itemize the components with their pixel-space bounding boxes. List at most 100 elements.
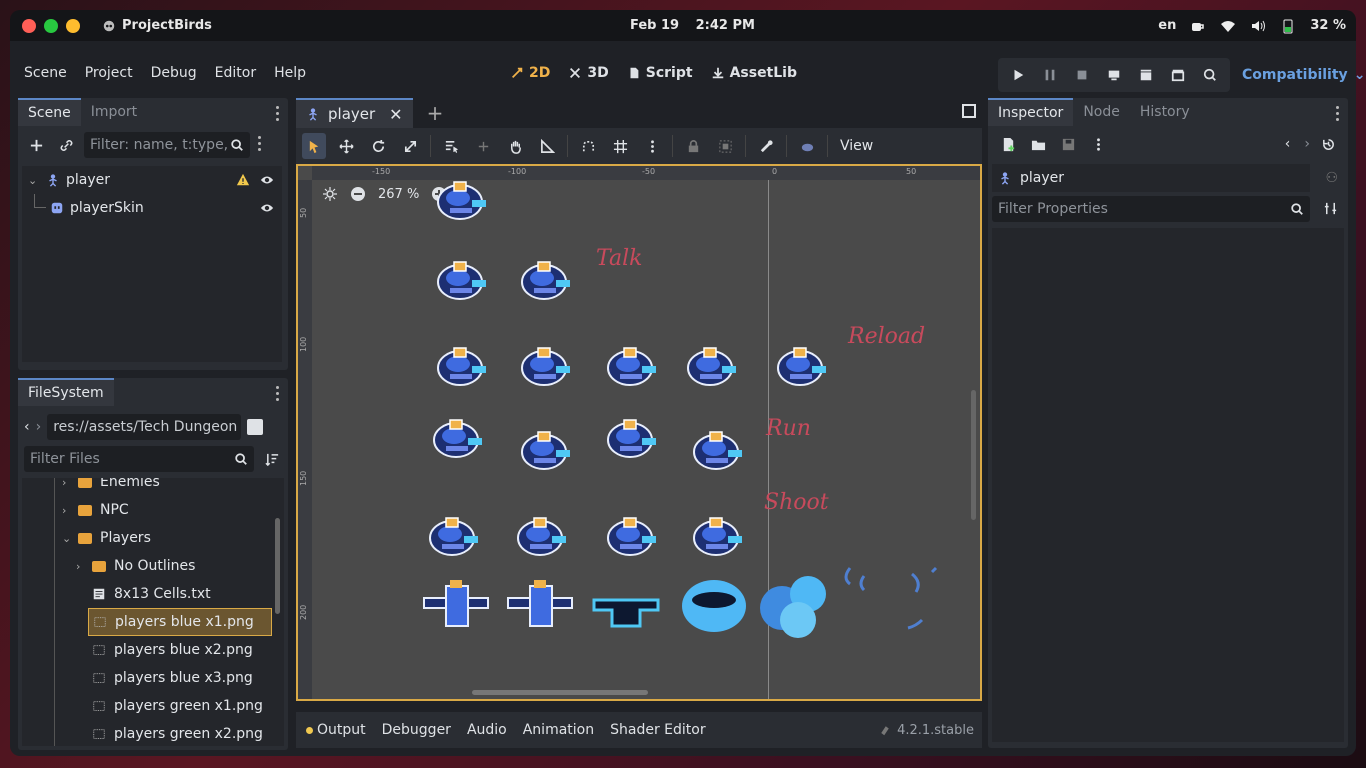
tab-output[interactable]: Output [306, 722, 366, 738]
chevron-right-icon[interactable]: › [76, 560, 92, 573]
load-resource-button[interactable] [1026, 132, 1050, 156]
vertical-scrollbar[interactable] [971, 390, 976, 520]
rotate-mode-button[interactable] [366, 133, 390, 159]
collapse-arrow-icon[interactable]: ⌄ [28, 174, 42, 187]
select-mode-button[interactable] [302, 133, 326, 159]
inspected-node[interactable]: player [992, 164, 1310, 192]
tab-node[interactable]: Node [1073, 98, 1130, 126]
pause-button[interactable] [1036, 64, 1064, 86]
move-mode-button[interactable] [334, 133, 358, 159]
visibility-eye-icon[interactable] [260, 173, 274, 187]
battery-icon[interactable] [1280, 18, 1296, 34]
mode-assetlib-button[interactable]: AssetLib [711, 65, 797, 81]
skeleton-button[interactable] [754, 133, 778, 159]
mode-script-button[interactable]: Script [627, 65, 693, 81]
instance-scene-button[interactable] [54, 133, 78, 157]
tree-node-playerskin[interactable]: playerSkin [22, 194, 282, 222]
chevron-down-icon[interactable]: ⌄ [62, 532, 78, 545]
menu-editor[interactable]: Editor [215, 65, 256, 81]
chevron-right-icon[interactable]: › [62, 478, 78, 489]
menu-scene[interactable]: Scene [24, 65, 67, 81]
tab-shader-editor[interactable]: Shader Editor [610, 722, 705, 738]
file-players-blue-x3[interactable]: players blue x3.png [22, 664, 284, 692]
node-doc-icon[interactable]: ⚇ [1325, 170, 1338, 186]
list-select-button[interactable] [439, 133, 463, 159]
filesystem-scrollbar[interactable] [275, 518, 280, 614]
play-scene-button[interactable] [1132, 64, 1160, 86]
file-players-blue-x1[interactable]: players blue x1.png [88, 608, 272, 636]
file-cells-txt[interactable]: 8x13 Cells.txt [22, 580, 284, 608]
filter-files-input[interactable]: Filter Files [24, 446, 254, 472]
movie-maker-button[interactable] [1196, 64, 1224, 86]
new-resource-button[interactable] [996, 132, 1020, 156]
sprite-tools-button[interactable] [795, 133, 819, 159]
language-indicator[interactable]: en [1158, 18, 1176, 33]
toggle-split-icon[interactable] [247, 419, 264, 435]
tree-node-player[interactable]: ⌄ player [22, 166, 282, 194]
maximize-window-button[interactable] [44, 18, 58, 33]
file-players-green-x2[interactable]: players green x2.png [22, 720, 284, 746]
filesystem-menu-icon[interactable] [276, 386, 280, 404]
version-label[interactable]: 4.2.1.stable [879, 723, 974, 738]
folder-enemies[interactable]: › Enemies [22, 478, 284, 496]
canvas-area[interactable]: 267 % Talk Reload Run Shoot [312, 180, 980, 699]
save-resource-button[interactable] [1056, 132, 1080, 156]
pan-mode-button[interactable] [503, 133, 527, 159]
minimize-window-button[interactable] [66, 18, 80, 33]
remote-debug-button[interactable] [1100, 64, 1128, 86]
tab-inspector[interactable]: Inspector [988, 98, 1074, 126]
tab-debugger[interactable]: Debugger [382, 722, 451, 738]
folder-players[interactable]: ⌄ Players [22, 524, 284, 552]
scene-filter-input[interactable]: Filter: name, t:type, g:group [84, 132, 250, 158]
grid-snap-button[interactable] [608, 133, 632, 159]
chevron-right-icon[interactable]: › [62, 504, 78, 517]
folder-npc[interactable]: › NPC [22, 496, 284, 524]
new-scene-tab-button[interactable]: + [427, 101, 444, 125]
scene-tab-player[interactable]: player ✕ [296, 98, 413, 128]
play-button[interactable] [1004, 64, 1032, 86]
tab-history[interactable]: History [1130, 98, 1200, 126]
snap-options-button[interactable] [640, 133, 664, 159]
scale-mode-button[interactable] [398, 133, 422, 159]
property-options-button[interactable] [1318, 196, 1342, 220]
canvas-viewport[interactable]: -150 -100 -50 0 50 50 100 150 200 267 % [296, 164, 982, 701]
distraction-free-icon[interactable] [962, 104, 976, 118]
filter-properties-input[interactable]: Filter Properties [992, 196, 1310, 222]
resource-options-button[interactable] [1086, 132, 1110, 156]
history-forward-icon[interactable]: › [1304, 136, 1310, 152]
sort-button[interactable] [260, 447, 284, 471]
renderer-select[interactable]: Compatibility ⌄ [1242, 67, 1365, 83]
wifi-icon[interactable] [1220, 18, 1236, 34]
menu-help[interactable]: Help [274, 65, 306, 81]
close-window-button[interactable] [22, 18, 36, 33]
tab-audio[interactable]: Audio [467, 722, 507, 738]
ruler-mode-button[interactable] [535, 133, 559, 159]
tab-scene[interactable]: Scene [18, 98, 81, 126]
smart-snap-button[interactable] [576, 133, 600, 159]
coffee-icon[interactable] [1190, 18, 1206, 34]
history-back-icon[interactable]: ‹ [1285, 136, 1291, 152]
file-players-blue-x2[interactable]: players blue x2.png [22, 636, 284, 664]
folder-no-outlines[interactable]: › No Outlines [22, 552, 284, 580]
mode-3d-button[interactable]: 3D [568, 65, 609, 81]
volume-icon[interactable] [1250, 18, 1266, 34]
horizontal-scrollbar[interactable] [472, 690, 648, 695]
lock-button[interactable] [681, 133, 705, 159]
view-menu-button[interactable]: View [840, 138, 873, 154]
group-button[interactable] [713, 133, 737, 159]
warning-icon[interactable] [236, 173, 250, 187]
scene-dock-menu-icon[interactable] [276, 106, 280, 124]
tab-animation[interactable]: Animation [523, 722, 594, 738]
scene-tree-menu-icon[interactable] [258, 136, 262, 154]
object-history-button[interactable] [1316, 132, 1340, 156]
tab-filesystem[interactable]: FileSystem [18, 378, 114, 406]
add-node-button[interactable] [24, 133, 48, 157]
back-arrow-icon[interactable]: ‹ [24, 419, 30, 435]
menu-debug[interactable]: Debug [151, 65, 197, 81]
close-tab-icon[interactable]: ✕ [389, 105, 402, 124]
stop-button[interactable] [1068, 64, 1096, 86]
tab-import[interactable]: Import [81, 98, 147, 126]
inspector-menu-icon[interactable] [1336, 106, 1340, 124]
menu-project[interactable]: Project [85, 65, 133, 81]
play-custom-scene-button[interactable] [1164, 64, 1192, 86]
